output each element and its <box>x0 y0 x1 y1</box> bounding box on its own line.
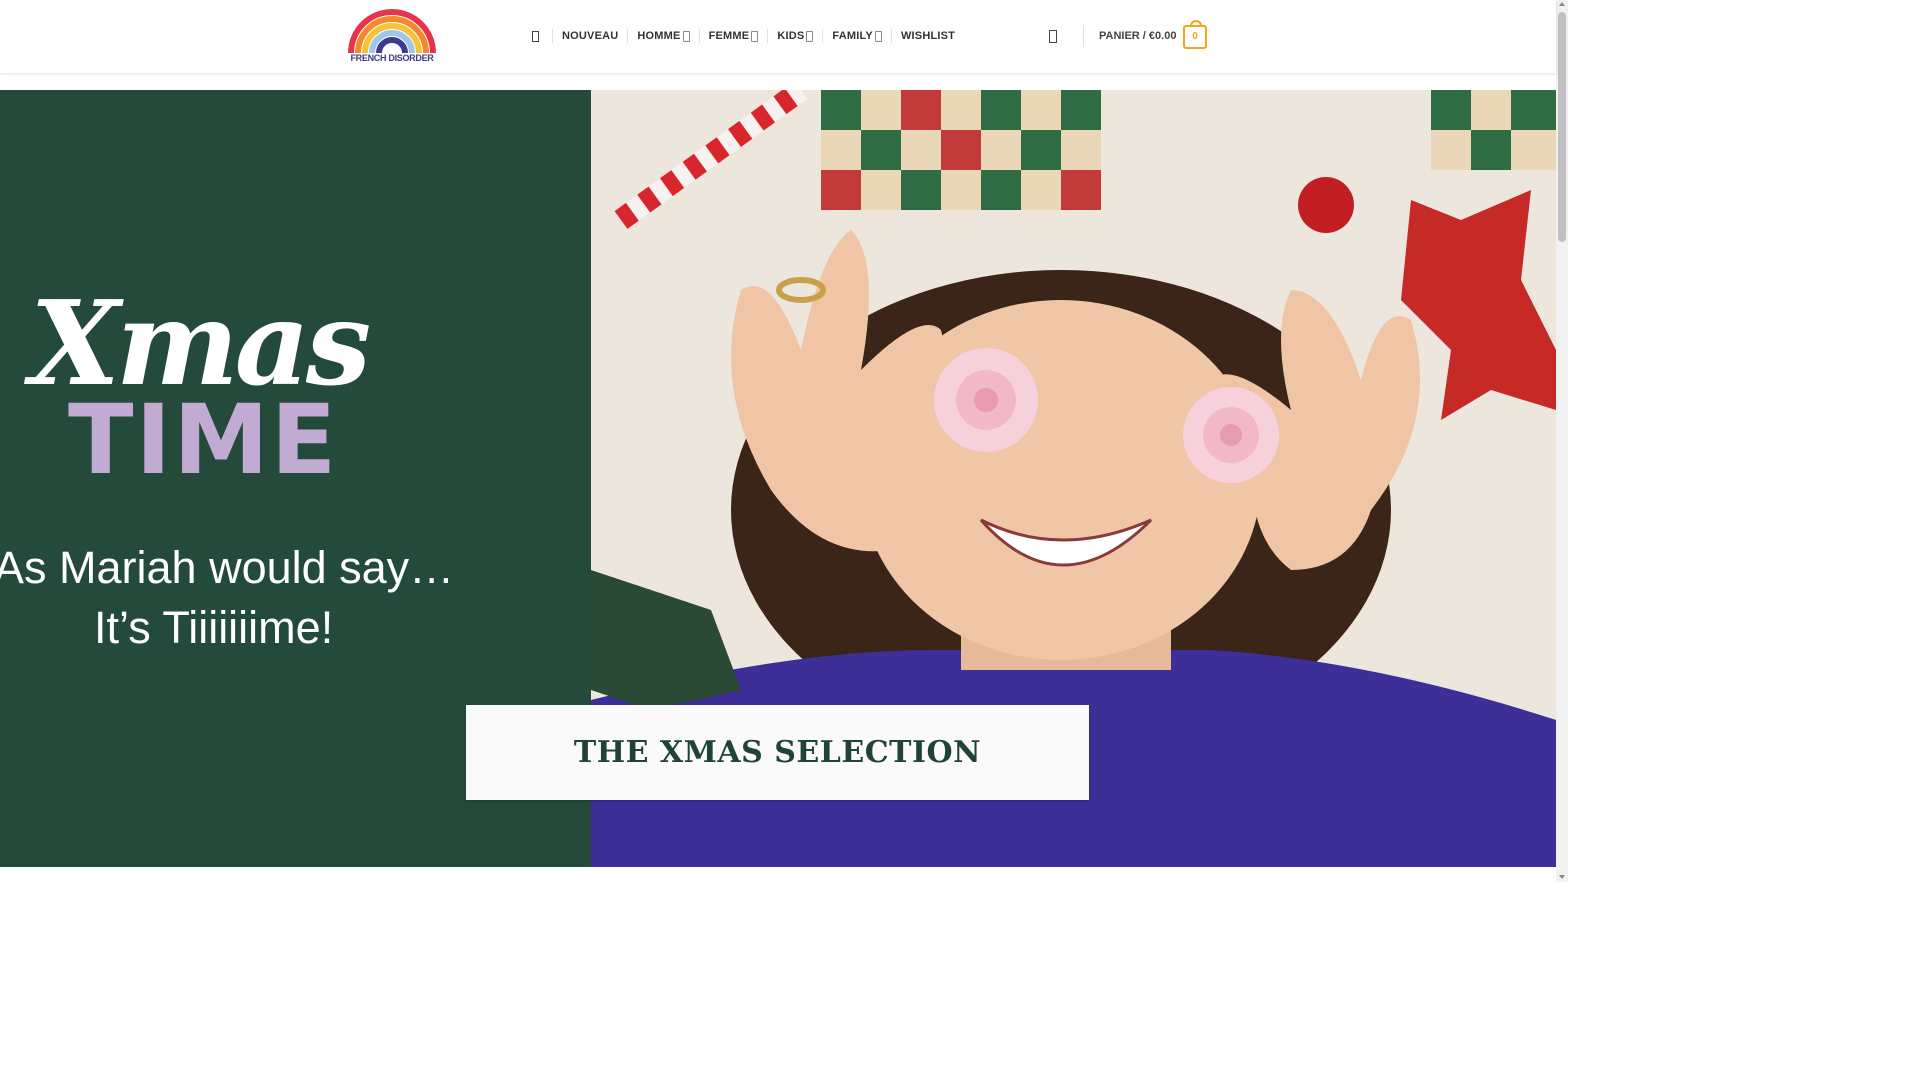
scroll-up-icon[interactable] <box>1559 2 1565 6</box>
menu-icon[interactable] <box>526 30 552 42</box>
hero-title-block: TIME <box>68 384 339 496</box>
nav-label: KIDS <box>777 30 805 42</box>
french-disorder-logo[interactable]: FRENCH DISORDER <box>347 9 437 65</box>
pink-bow-right <box>1183 387 1279 483</box>
nav-item-femme[interactable]: FEMME <box>698 29 768 43</box>
main-navigation: NOUVEAU HOMME FEMME KIDS FAMILY WISHLIST <box>526 26 964 46</box>
cart-count: 0 <box>1192 31 1198 42</box>
nav-item-nouveau[interactable]: NOUVEAU <box>552 29 627 43</box>
red-ornament <box>1298 177 1354 233</box>
scrollbar-thumb[interactable] <box>1558 12 1566 242</box>
nav-item-homme[interactable]: HOMME <box>627 29 698 43</box>
hero-tagline-line1: As Mariah would say… <box>0 542 455 593</box>
scroll-down-icon[interactable] <box>1559 875 1565 879</box>
header-divider <box>1083 25 1084 47</box>
site-header: FRENCH DISORDER NOUVEAU HOMME FEMME KIDS… <box>0 0 1556 73</box>
hero-tagline-line2: It’s Tiiiiiiime! <box>94 602 334 653</box>
xmas-selection-button[interactable]: THE XMAS SELECTION <box>466 705 1089 800</box>
chevron-down-icon <box>806 30 814 42</box>
cart-link[interactable]: PANIER / €0.00 <box>1099 30 1176 42</box>
nav-label: NOUVEAU <box>562 30 619 42</box>
cart-icon[interactable]: 0 <box>1183 20 1207 49</box>
nav-item-family[interactable]: FAMILY <box>822 29 891 43</box>
nav-label: FEMME <box>708 30 750 42</box>
nav-item-wishlist[interactable]: WISHLIST <box>890 29 964 43</box>
pink-bow-left <box>934 348 1038 452</box>
nav-label: HOMME <box>637 30 681 42</box>
xmas-selection-label: THE XMAS SELECTION <box>573 735 982 770</box>
hero-banner[interactable]: Xmas TIME As Mariah would say… It’s Tiii… <box>0 90 1556 867</box>
nav-label: WISHLIST <box>900 30 956 42</box>
chevron-down-icon <box>751 30 759 42</box>
nav-item-kids[interactable]: KIDS <box>767 29 822 43</box>
nav-label: FAMILY <box>832 30 873 42</box>
chevron-down-icon <box>682 30 690 42</box>
rainbow-logo-icon <box>348 9 436 54</box>
page-scrollbar[interactable] <box>1556 0 1568 882</box>
chevron-down-icon <box>874 30 882 42</box>
logo-wordmark: FRENCH DISORDER <box>350 53 434 63</box>
search-icon[interactable] <box>1049 30 1057 43</box>
